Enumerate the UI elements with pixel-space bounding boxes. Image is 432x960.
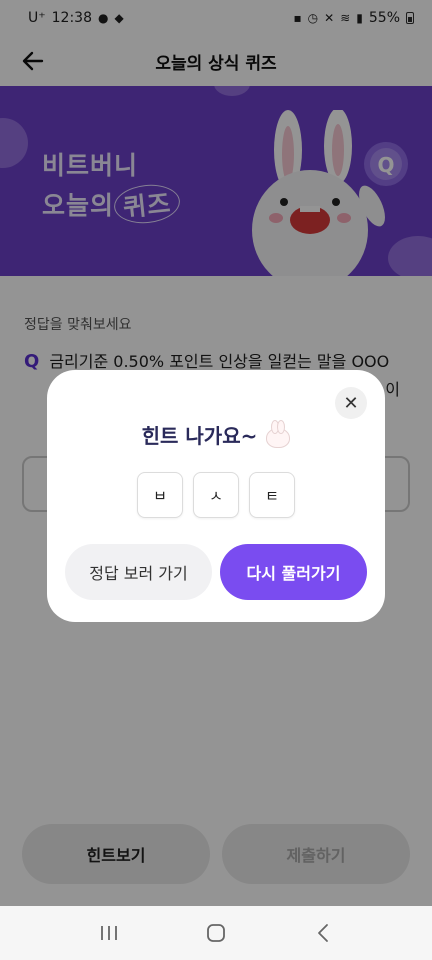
hint-letter-tile: ㅂ <box>137 472 183 518</box>
system-back-button[interactable] <box>303 913 343 953</box>
home-button[interactable] <box>196 913 236 953</box>
hint-letter-tile: ㅌ <box>249 472 295 518</box>
bunny-emoji-icon <box>266 419 291 448</box>
view-answer-button[interactable]: 정답 보러 가기 <box>65 544 212 600</box>
back-icon <box>317 924 328 942</box>
hint-letters: ㅂ ㅅ ㅌ <box>47 472 385 518</box>
home-icon <box>207 924 225 942</box>
close-icon: ✕ <box>343 392 359 414</box>
retry-button[interactable]: 다시 풀러가기 <box>220 544 367 600</box>
hint-modal: ✕ 힌트 나가요~ ㅂ ㅅ ㅌ 정답 보러 가기 다시 풀러가기 <box>47 370 385 622</box>
system-nav-bar <box>0 906 432 960</box>
hint-letter-tile: ㅅ <box>193 472 239 518</box>
modal-button-row: 정답 보러 가기 다시 풀러가기 <box>65 544 367 600</box>
modal-title-text: 힌트 나가요~ <box>141 424 258 448</box>
modal-title: 힌트 나가요~ <box>47 419 385 449</box>
recents-icon <box>101 926 118 940</box>
recents-button[interactable] <box>89 913 129 953</box>
close-button[interactable]: ✕ <box>335 387 367 419</box>
